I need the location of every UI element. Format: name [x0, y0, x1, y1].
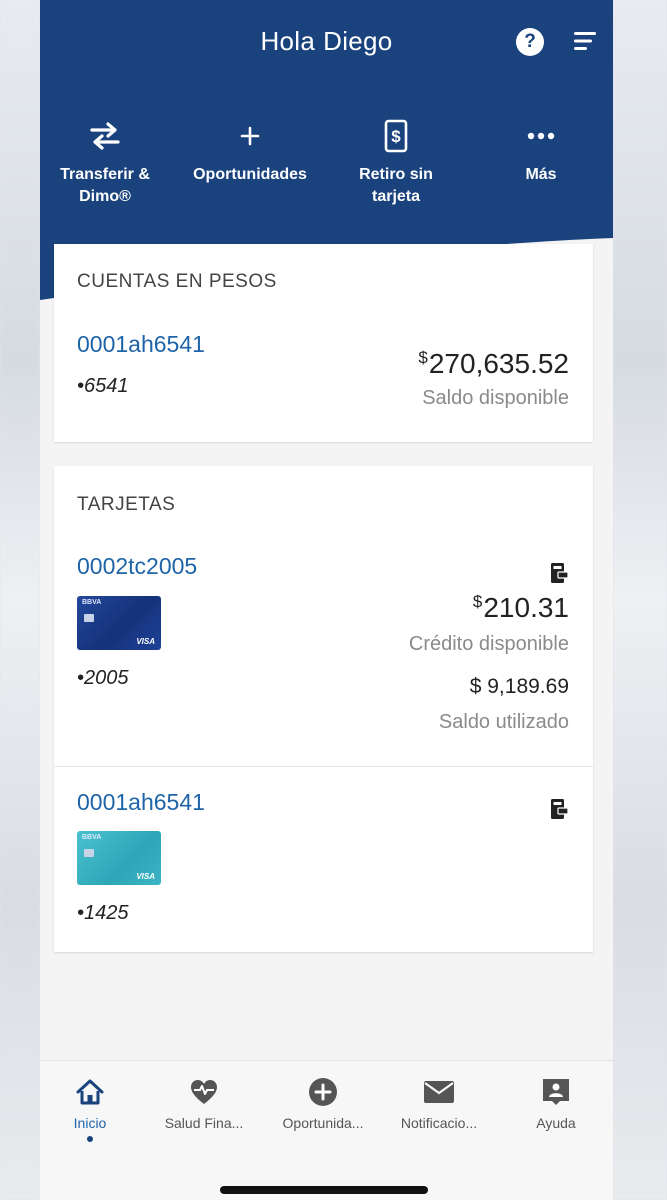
tab-ayuda[interactable]: Ayuda — [497, 1075, 613, 1131]
currency-symbol: $ — [472, 592, 483, 611]
tab-label: Salud Fina... — [164, 1115, 244, 1131]
transfer-arrows-icon — [90, 122, 120, 150]
account-balance: $270,635.52 — [418, 348, 569, 380]
tab-inicio[interactable]: Inicio — [40, 1075, 149, 1142]
quick-action-more[interactable]: Más — [476, 116, 606, 186]
credit-value: 210.31 — [483, 592, 569, 623]
credit-label: Crédito disponible — [408, 633, 569, 655]
tab-oportunidades[interactable]: Oportunida... — [264, 1075, 382, 1131]
active-indicator — [87, 1136, 93, 1142]
cash-withdraw-icon: $ — [384, 119, 408, 153]
background-blur-right — [613, 0, 667, 1200]
cards-card: TARJETAS 0002tc2005 BBVA VISA •2005 $210… — [54, 466, 593, 952]
card-brand: BBVA — [82, 599, 102, 606]
quick-action-label: Transferir & Dimo® — [60, 166, 150, 205]
heart-pulse-icon — [191, 1080, 217, 1104]
quick-action-label: Retiro sin tarjeta — [359, 166, 433, 205]
quick-action-transfer[interactable]: Transferir & Dimo® — [40, 116, 170, 208]
card-mask: •2005 — [77, 667, 129, 689]
card-chip — [84, 614, 94, 622]
card-mask: •1425 — [77, 902, 129, 924]
quick-action-label: Más — [525, 166, 557, 183]
card-network: VISA — [136, 872, 155, 881]
card-name-link[interactable]: 0002tc2005 — [77, 553, 197, 580]
quick-action-cardless-withdrawal[interactable]: $ Retiro sin tarjeta — [331, 116, 461, 208]
card-chip — [84, 849, 94, 857]
card-network: VISA — [136, 637, 155, 646]
greeting-prefix: Hola — [260, 26, 316, 56]
section-title: TARJETAS — [77, 494, 176, 515]
plus-circle-icon — [309, 1078, 337, 1106]
user-name: Diego — [323, 26, 393, 56]
used-label: Saldo utilizado — [438, 711, 569, 733]
card-name-link[interactable]: 0001ah6541 — [77, 789, 205, 816]
tab-label: Ayuda — [536, 1115, 576, 1131]
mail-icon — [424, 1081, 454, 1103]
plus-icon — [240, 126, 260, 146]
home-indicator[interactable] — [220, 1186, 428, 1194]
used-amount: $ 9,189.69 — [469, 675, 569, 698]
credit-available: $210.31 — [473, 592, 569, 624]
help-icon[interactable]: ? — [516, 28, 544, 56]
credit-card-image: BBVA VISA — [77, 831, 161, 885]
balance-value: 270,635.52 — [428, 348, 569, 379]
section-title: CUENTAS EN PESOS — [77, 271, 277, 292]
quick-action-label: Oportunidades — [193, 166, 307, 183]
row-divider — [54, 766, 593, 767]
bottom-tab-bar: Inicio Salud Fina... Oportunida... Notif… — [40, 1060, 613, 1200]
balance-label: Saldo disponible — [422, 387, 569, 409]
tab-salud-financiera[interactable]: Salud Fina... — [145, 1075, 263, 1131]
account-mask: •6541 — [77, 375, 129, 397]
account-name-link[interactable]: 0001ah6541 — [77, 331, 205, 358]
help-badge-icon — [543, 1079, 569, 1105]
digital-wallet-icon[interactable] — [549, 798, 569, 820]
background-blur-left — [0, 0, 40, 1200]
credit-card-image: BBVA VISA — [77, 596, 161, 650]
home-icon — [76, 1079, 104, 1105]
more-dots-icon — [527, 132, 555, 140]
card-brand: BBVA — [82, 834, 102, 841]
app-screen: Hola Diego ? Transferir & Dimo® Oportuni… — [40, 0, 613, 1200]
tab-label: Inicio — [73, 1115, 107, 1131]
accounts-card: CUENTAS EN PESOS 0001ah6541 •6541 $270,6… — [54, 244, 593, 442]
digital-wallet-icon[interactable] — [549, 562, 569, 584]
svg-text:$: $ — [391, 127, 401, 146]
menu-icon[interactable] — [573, 30, 597, 52]
quick-action-opportunities[interactable]: Oportunidades — [185, 116, 315, 186]
tab-label: Notificacio... — [400, 1115, 478, 1131]
currency-symbol: $ — [418, 348, 428, 367]
tab-notificaciones[interactable]: Notificacio... — [380, 1075, 498, 1131]
tab-label: Oportunida... — [282, 1115, 364, 1131]
